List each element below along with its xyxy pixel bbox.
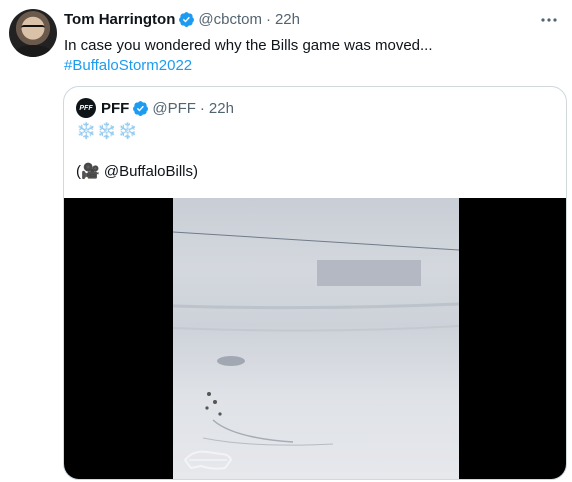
verified-badge-icon (133, 100, 149, 116)
video-player[interactable] (64, 198, 566, 479)
quoted-timestamp[interactable]: 22h (209, 100, 234, 117)
author-name[interactable]: Tom Harrington (64, 11, 175, 28)
quoted-author-handle[interactable]: @PFF (152, 100, 196, 117)
tweet-header: Tom Harrington @cbctom · 22h (64, 9, 300, 29)
tweet-timestamp[interactable]: 22h (275, 11, 300, 28)
buffalo-bills-logo (183, 450, 233, 470)
quoted-separator: · (199, 99, 205, 117)
tweet-text: In case you wondered why the Bills game … (64, 37, 433, 54)
hashtag-link[interactable]: #BuffaloStorm2022 (64, 56, 192, 76)
quoted-credit: (🎥 @BuffaloBills) (76, 163, 198, 180)
quoted-header: PFF PFF @PFF · 22h (76, 98, 234, 118)
header-separator: · (265, 10, 271, 28)
quoted-tweet[interactable]: PFF PFF @PFF · 22h ❄️❄️❄️ (🎥 @BuffaloBil… (63, 86, 567, 480)
tweet-card[interactable]: Tom Harrington @cbctom · 22h In case you… (0, 0, 572, 482)
quoted-snowflakes: ❄️❄️❄️ (76, 123, 139, 140)
more-options-icon[interactable] (539, 12, 559, 28)
pff-avatar[interactable]: PFF (76, 98, 96, 118)
author-handle[interactable]: @cbctom (198, 11, 262, 28)
snow-scene-drawing (173, 231, 459, 470)
quoted-author-name[interactable]: PFF (101, 100, 129, 117)
verified-badge-icon (179, 11, 195, 27)
author-avatar[interactable] (9, 9, 57, 57)
snow-video-frame (173, 198, 459, 479)
